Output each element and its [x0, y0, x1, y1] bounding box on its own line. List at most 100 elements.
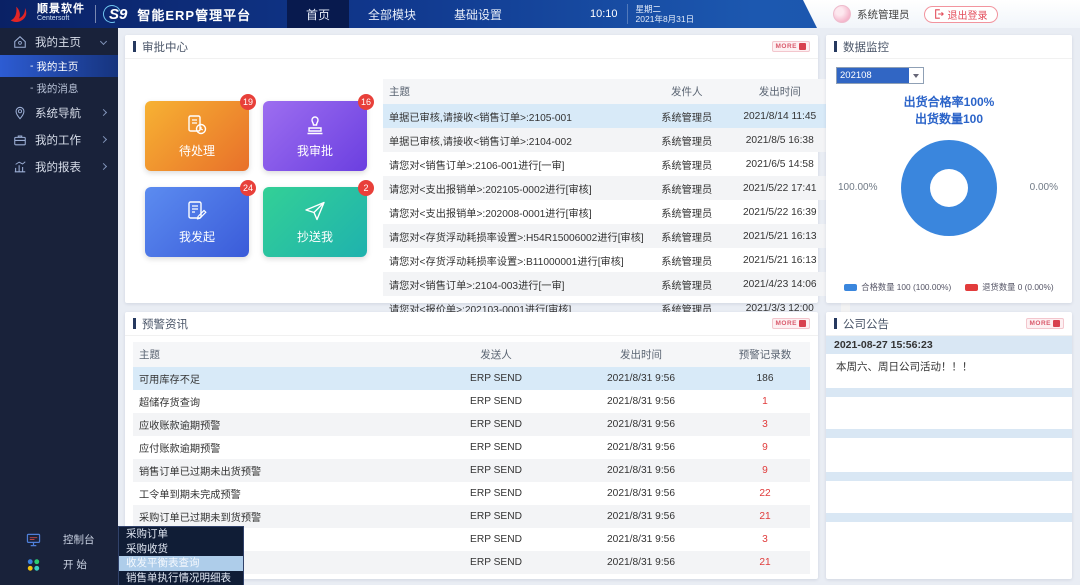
approval-table: 主题 发件人 发出时间 单据已审核,请接收<销售订单>:2105-001系统管理… — [383, 79, 848, 320]
table-row[interactable]: 请您对<存货浮动耗损率设置>:H54R15006002进行[审核]系统管理员20… — [383, 224, 836, 248]
start-menu-item-purchase-order[interactable]: 采购订单 — [119, 527, 243, 542]
tile-initiated-by-me[interactable]: 24 我发起 — [145, 187, 249, 257]
start-menu-popup: 采购订单 采购收货 收发平衡表查询 销售单执行情况明细表 — [118, 526, 244, 585]
period-select[interactable]: 202108 — [836, 67, 924, 84]
tile-my-approvals[interactable]: 16 我审批 — [263, 101, 367, 171]
paper-plane-icon — [303, 199, 327, 223]
table-row[interactable]: 工令单到期未完成预警ERP SEND2021/8/31 9:5622 — [133, 482, 810, 505]
table-row[interactable]: 单据已审核,请接收<销售订单>:2105-001系统管理员2021/8/14 1… — [383, 104, 836, 128]
donut-left-label: 100.00% — [838, 182, 877, 193]
table-row[interactable]: 请您对<支出报销单>:202105-0002进行[审核]系统管理员2021/5/… — [383, 176, 836, 200]
more-button[interactable]: MORE — [1026, 318, 1065, 329]
badge-count: 16 — [358, 94, 374, 110]
chevron-down-icon — [909, 68, 923, 83]
company-logo-icon — [8, 3, 30, 25]
donut-chart: 100.00% 0.00% — [826, 140, 1072, 268]
table-row[interactable]: 请您对<存货浮动耗损率设置>:B11000001进行[审核]系统管理员2021/… — [383, 248, 836, 272]
nav-tab-home[interactable]: 首页 — [287, 0, 349, 28]
panel-title: 审批中心 — [142, 39, 188, 55]
start-icon — [26, 558, 41, 572]
briefcase-icon — [13, 133, 27, 147]
table-row[interactable]: 超储存货查询ERP SEND2021/8/31 9:561 — [133, 390, 810, 413]
chevron-right-icon — [100, 109, 107, 116]
user-area: 系统管理员 退出登录 — [803, 0, 1080, 28]
doc-pencil-icon — [185, 199, 209, 223]
start-menu-item-balance-query[interactable]: 收发平衡表查询 — [119, 556, 243, 571]
title-accent — [834, 318, 837, 329]
title-accent — [133, 318, 136, 329]
table-row[interactable]: 销售订单已过期未出货预警ERP SEND2021/8/31 9:569 — [133, 459, 810, 482]
notice-timestamp: 2021-08-27 15:56:23 — [826, 336, 1072, 354]
approval-tiles: 19 待处理 16 我审批 24 — [145, 101, 367, 320]
notice-empty-bar — [826, 388, 1072, 397]
nav-tab-all-modules[interactable]: 全部模块 — [349, 0, 435, 28]
brand: 顺景软件 Centersoft S9 智能ERP管理平台 — [0, 3, 251, 25]
home-icon — [13, 35, 27, 49]
stamp-icon — [303, 113, 327, 137]
legend-swatch-pass — [844, 284, 857, 291]
nav-tab-base-settings[interactable]: 基础设置 — [435, 0, 521, 28]
doc-clock-icon — [185, 113, 209, 137]
badge-count: 19 — [240, 94, 256, 110]
table-row[interactable]: 可用库存不足ERP SEND2021/8/31 9:56186 — [133, 367, 810, 390]
chevron-right-icon — [100, 163, 107, 170]
username: 系统管理员 — [857, 7, 910, 22]
console-icon — [26, 533, 41, 547]
badge-count: 24 — [240, 180, 256, 196]
panel-title: 数据监控 — [843, 39, 889, 55]
notice-content[interactable]: 本周六、周日公司活动！！！ — [826, 354, 1072, 388]
more-button[interactable]: MORE — [772, 318, 811, 329]
table-row[interactable]: 请您对<销售订单>:2106-001进行[一审]系统管理员2021/6/5 14… — [383, 152, 836, 176]
chevron-right-icon — [100, 136, 107, 143]
table-row[interactable]: 请您对<销售订单>:2104-003进行[一审]系统管理员2021/4/23 1… — [383, 272, 836, 296]
brand-name: 顺景软件 — [37, 4, 85, 14]
start-menu-item-purchase-receipt[interactable]: 采购收货 — [119, 542, 243, 557]
tile-pending[interactable]: 19 待处理 — [145, 101, 249, 171]
table-row[interactable]: 采购订单已过期未到货预警ERP SEND2021/8/31 9:5621 — [133, 505, 810, 528]
table-header: 主题 发送人 发出时间 预警记录数 — [133, 342, 810, 367]
donut-ring — [901, 140, 997, 236]
table-header: 主题 发件人 发出时间 — [383, 79, 836, 104]
sidebar-footer: 控制台 开 始 — [0, 527, 118, 577]
notice-empty-content — [826, 438, 1072, 472]
avatar[interactable] — [833, 5, 851, 23]
notice-empty-bar — [826, 472, 1072, 481]
sidebar-item-system-nav[interactable]: 系统导航 — [0, 99, 118, 126]
start-button[interactable]: 开 始 — [0, 552, 118, 577]
approval-center-panel: 审批中心 MORE 19 待处理 16 — [125, 35, 818, 303]
console-button[interactable]: 控制台 — [0, 527, 118, 552]
sidebar: 我的主页 我的主页 我的消息 系统导航 我的工作 我的报表 — [0, 28, 118, 585]
logout-button[interactable]: 退出登录 — [924, 6, 998, 23]
main-nav: 首页 全部模块 基础设置 — [287, 0, 521, 28]
table-row[interactable]: 应收账款逾期预警ERP SEND2021/8/31 9:563 — [133, 413, 810, 436]
badge-count: 2 — [358, 180, 374, 196]
sidebar-item-my-reports[interactable]: 我的报表 — [0, 153, 118, 180]
data-monitor-panel: 数据监控 202108 出货合格率100% 出货数量100 100.00% 0.… — [826, 35, 1072, 303]
topbar: 顺景软件 Centersoft S9 智能ERP管理平台 首页 全部模块 基础设… — [0, 0, 1080, 28]
chevron-down-icon — [100, 38, 107, 45]
logout-icon — [934, 9, 944, 19]
sidebar-item-my-work[interactable]: 我的工作 — [0, 126, 118, 153]
more-grid-icon — [1053, 320, 1060, 327]
table-row[interactable]: 单据已审核,请接收<销售订单>:2104-002系统管理员2021/8/5 16… — [383, 128, 836, 152]
chart-legend: 合格数量 100 (100.00%) 退货数量 0 (0.00%) — [826, 281, 1072, 293]
tile-cc-to-me[interactable]: 2 抄送我 — [263, 187, 367, 257]
table-row[interactable]: 请您对<支出报销单>:202008-0001进行[审核]系统管理员2021/5/… — [383, 200, 836, 224]
sidebar-subitem-my-messages[interactable]: 我的消息 — [0, 77, 118, 99]
more-button[interactable]: MORE — [772, 41, 811, 52]
date: 2021年8月31日 — [636, 14, 695, 24]
sidebar-subitem-my-home[interactable]: 我的主页 — [0, 55, 118, 77]
title-accent — [133, 41, 136, 52]
start-menu-item-sales-execution-report[interactable]: 销售单执行情况明细表 — [119, 571, 243, 585]
notice-empty-content — [826, 397, 1072, 429]
brand-sub: Centersoft — [37, 14, 85, 24]
chart-icon — [13, 160, 27, 174]
sidebar-item-my-home[interactable]: 我的主页 — [0, 28, 118, 55]
pass-rate-text: 出货合格率100% — [826, 94, 1072, 111]
table-row[interactable]: 应付账款逾期预警ERP SEND2021/8/31 9:569 — [133, 436, 810, 459]
title-accent — [834, 41, 837, 52]
panel-title: 公司公告 — [843, 316, 889, 332]
more-grid-icon — [799, 43, 806, 50]
clock-time: 10:10 — [590, 8, 618, 20]
brand-divider — [95, 5, 96, 23]
